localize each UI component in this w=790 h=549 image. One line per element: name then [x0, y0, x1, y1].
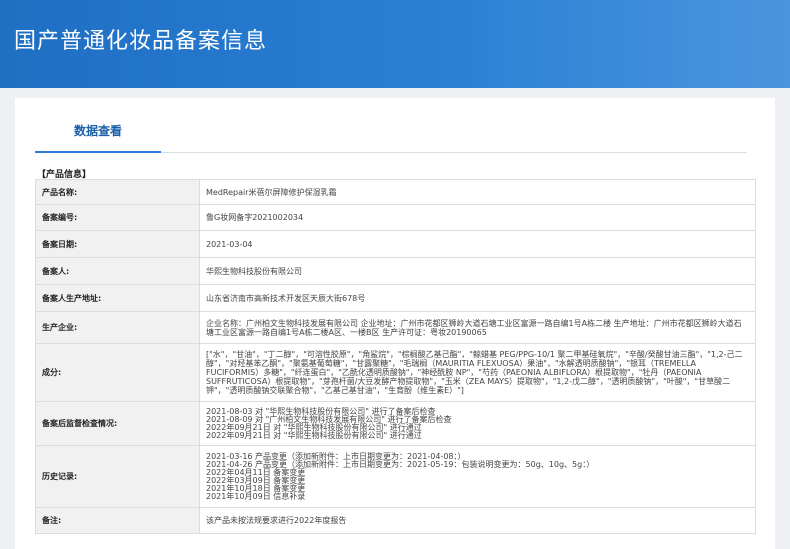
tab-bar: 数据查看: [35, 118, 747, 153]
table-row: 生产企业: 企业名称：广州柏文生物科技发展有限公司 企业地址：广州市花都区狮岭大…: [35, 311, 756, 344]
row-value: 山东省济南市高新技术开发区天辰大街678号: [199, 284, 756, 312]
row-value: 该产品未按法规要求进行2022年度报告: [199, 507, 756, 534]
row-label: 备案人生产地址:: [35, 284, 200, 312]
row-label: 备案人:: [35, 257, 200, 285]
row-label: 备案编号:: [35, 204, 200, 231]
table-row: 备案人: 华熙生物科技股份有限公司: [35, 257, 756, 285]
tab-data-view[interactable]: 数据查看: [35, 118, 161, 153]
page-title: 国产普通化妆品备案信息: [14, 29, 268, 54]
page-header: 国产普通化妆品备案信息: [0, 0, 790, 88]
row-value: MedRepair米蓓尔屏障修护保湿乳霜: [199, 179, 756, 205]
row-label: 产品名称:: [35, 179, 200, 205]
row-label: 生产企业:: [35, 311, 200, 344]
product-info-table: 产品名称: MedRepair米蓓尔屏障修护保湿乳霜 备案编号: 鲁G妆网备字2…: [35, 179, 756, 534]
row-value: ["水"，"甘油"，"丁二醇"，"可溶性胶原"，"角鲨烷"，"棕榈酸乙基己酯"，…: [199, 343, 756, 402]
table-row: 备注: 该产品未按法规要求进行2022年度报告: [35, 507, 756, 534]
row-label: 备案日期:: [35, 230, 200, 258]
row-label: 备案后监督检查情况:: [35, 401, 200, 446]
row-label: 历史记录:: [35, 445, 200, 508]
row-value: 2021-03-04: [199, 230, 756, 258]
table-row: 备案后监督检查情况: 2021-08-03 对 "华熙生物科技股份有限公司" 进…: [35, 401, 756, 446]
row-label: 备注:: [35, 507, 200, 534]
row-value: 2021-08-03 对 "华熙生物科技股份有限公司" 进行了备案后检查 202…: [199, 401, 756, 446]
content-panel: 数据查看 【产品信息】 产品名称: MedRepair米蓓尔屏障修护保湿乳霜 备…: [15, 98, 775, 549]
row-value: 华熙生物科技股份有限公司: [199, 257, 756, 285]
table-row: 成分: ["水"，"甘油"，"丁二醇"，"可溶性胶原"，"角鲨烷"，"棕榈酸乙基…: [35, 343, 756, 402]
row-label: 成分:: [35, 343, 200, 402]
table-row: 产品名称: MedRepair米蓓尔屏障修护保湿乳霜: [35, 179, 756, 205]
row-value: 鲁G妆网备字2021002034: [199, 204, 756, 231]
table-row: 备案编号: 鲁G妆网备字2021002034: [35, 204, 756, 231]
row-value: 企业名称：广州柏文生物科技发展有限公司 企业地址：广州市花都区狮岭大道石塘工业区…: [199, 311, 756, 344]
table-row: 备案人生产地址: 山东省济南市高新技术开发区天辰大街678号: [35, 284, 756, 312]
table-row: 历史记录: 2021-03-16 产品变更（添加新附件：上市日期变更为：2021…: [35, 445, 756, 508]
row-value: 2021-03-16 产品变更（添加新附件：上市日期变更为：2021-04-08…: [199, 445, 756, 508]
table-row: 备案日期: 2021-03-04: [35, 230, 756, 258]
